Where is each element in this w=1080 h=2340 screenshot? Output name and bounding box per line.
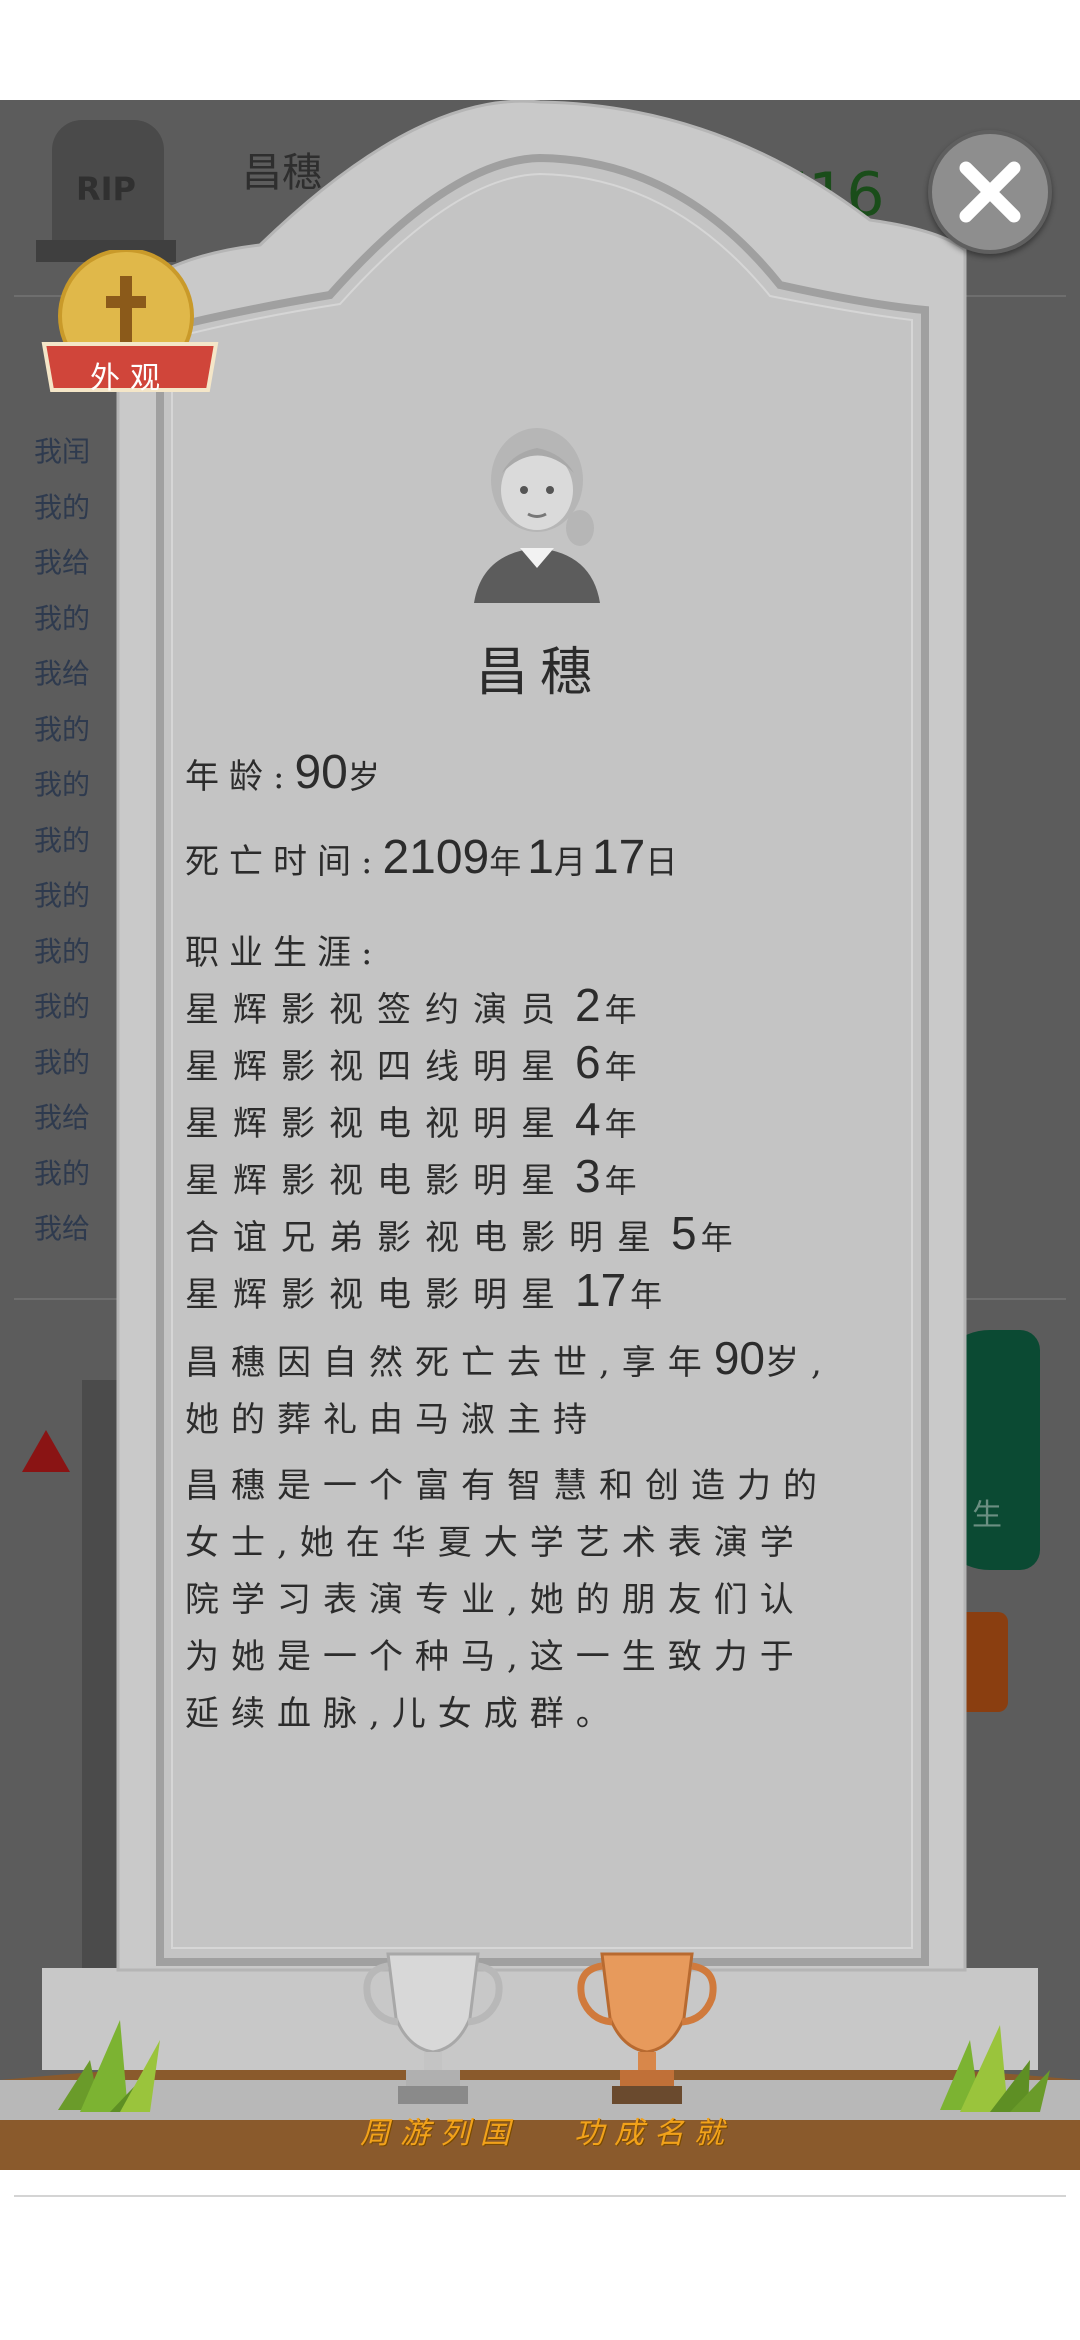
career-item: 星辉影视电影明星 3 年 [185, 1149, 637, 1203]
age-label: 年龄: [185, 757, 295, 797]
bio-line: 院学习表演专业,她的朋友们认 [185, 1580, 806, 1620]
bio-line: 女士,她在华夏大学艺术表演学 [185, 1523, 806, 1563]
career-years-unit: 年 [604, 1048, 637, 1086]
career-years: 6 [575, 1036, 601, 1088]
career-years-unit: 年 [604, 991, 637, 1029]
career-item: 星辉影视签约演员 2 年 [185, 978, 637, 1032]
age-value: 90 [294, 746, 348, 799]
death-day: 17 [591, 831, 646, 884]
career-title-text: 星辉影视四线明星 [185, 1047, 569, 1087]
career-item: 合谊兄弟影视电影明星 5 年 [185, 1206, 733, 1260]
career-title: 职业生涯: [185, 933, 383, 973]
death-year: 2109 [382, 831, 490, 884]
death-year-unit: 年 [489, 843, 528, 881]
deceased-name: 昌穗 [475, 643, 604, 703]
career-years-unit: 年 [700, 1219, 733, 1257]
death-note: 昌穗因自然死亡去世,享年90岁, 她的葬礼由马淑主持 [185, 1330, 885, 1449]
career-title-row: 职业生涯: [185, 925, 382, 974]
career-years: 2 [575, 979, 601, 1031]
silver-trophy-icon[interactable] [358, 1948, 508, 2108]
career-years-unit: 年 [630, 1276, 663, 1314]
death-day-unit: 日 [645, 843, 684, 881]
appearance-label: 外观 [90, 361, 170, 396]
trophy-label-fame: 功成名就 [574, 2116, 734, 2151]
trophy-label-travel: 周游列国 [360, 2116, 520, 2151]
biography: 昌穗是一个富有智慧和创造力的 女士,她在华夏大学艺术表演学 院学习表演专业,她的… [185, 1458, 885, 1743]
bio-line: 延续血脉,儿女成群。 [185, 1694, 622, 1734]
funeral-note: 她的葬礼由马淑主持 [185, 1400, 599, 1440]
career-title-text: 合谊兄弟影视电影明星 [185, 1218, 665, 1258]
bio-line: 昌穗是一个富有智慧和创造力的 [185, 1466, 829, 1506]
close-icon [959, 161, 1021, 223]
bronze-trophy-icon[interactable] [572, 1948, 722, 2108]
avatar-icon [474, 428, 600, 603]
age-row: 年龄:90岁 [185, 745, 386, 800]
career-years-unit: 年 [604, 1162, 637, 1200]
death-month: 1 [527, 831, 554, 884]
career-item: 星辉影视电影明星 17 年 [185, 1263, 662, 1317]
career-years: 5 [671, 1207, 697, 1259]
bio-line: 为她是一个种马,这一生致力于 [185, 1637, 806, 1677]
death-month-unit: 月 [553, 843, 592, 881]
career-title-text: 星辉影视签约演员 [185, 990, 569, 1030]
career-title-text: 星辉影视电视明星 [185, 1104, 569, 1144]
death-note-age: 90 [713, 1332, 765, 1384]
career-years-unit: 年 [604, 1105, 637, 1143]
career-title-text: 星辉影视电影明星 [185, 1275, 569, 1315]
death-date-label: 死亡时间: [185, 842, 383, 882]
close-button[interactable] [928, 130, 1052, 254]
career-title-text: 星辉影视电影明星 [185, 1161, 569, 1201]
career-item: 星辉影视四线明星 6 年 [185, 1035, 637, 1089]
career-years: 17 [575, 1264, 627, 1316]
age-unit: 岁 [347, 758, 386, 796]
career-years: 4 [575, 1093, 601, 1145]
career-years: 3 [575, 1150, 601, 1202]
death-note-text: 昌穗因自然死亡去世,享年 [185, 1343, 714, 1383]
career-item: 星辉影视电视明星 4 年 [185, 1092, 637, 1146]
death-note-unit: 岁, [764, 1343, 834, 1383]
divider [14, 2195, 1066, 2197]
death-date-row: 死亡时间:2109年1月17日 [185, 830, 683, 885]
